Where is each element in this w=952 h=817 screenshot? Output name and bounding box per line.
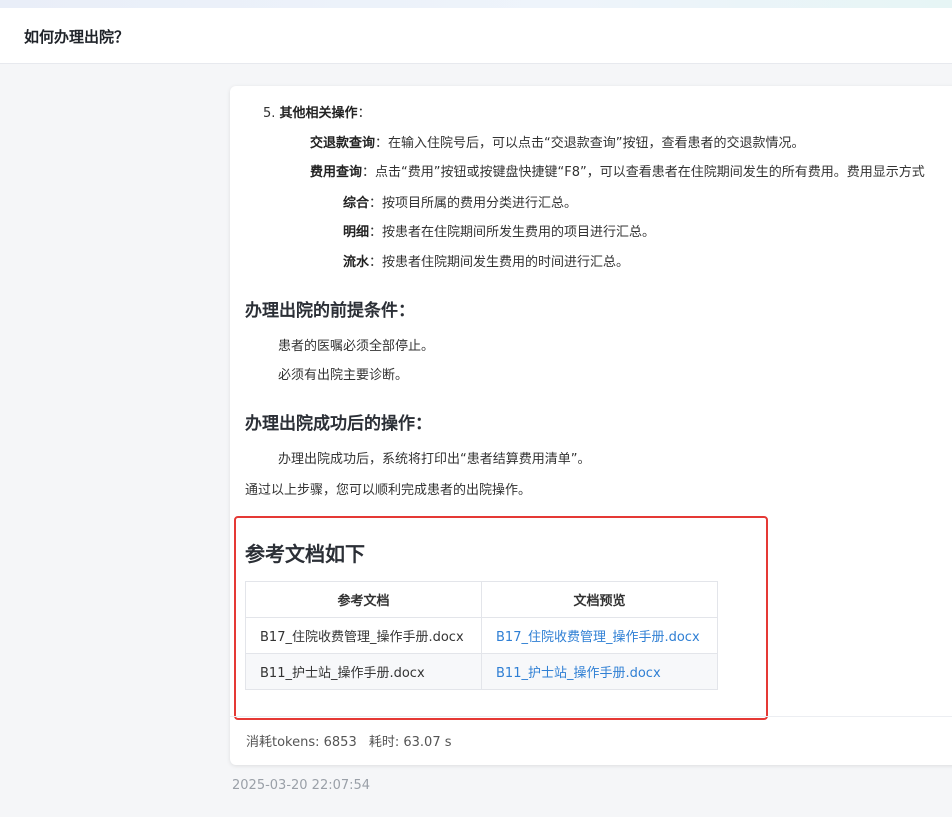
colon: ： — [369, 196, 383, 211]
table-header-row: 参考文档 文档预览 — [245, 581, 718, 618]
colon: ： — [375, 136, 389, 151]
message-timestamp: 2025-03-20 22:07:54 — [232, 778, 371, 793]
fee-query-item: 费用查询：点击“费用”按钮或按键盘快捷键“F8”，可以查看患者在住院期间发生的所… — [310, 161, 925, 180]
other-ops-heading: 5. 其他相关操作： — [263, 102, 371, 121]
refund-query-text: 在输入住院号后，可以点击“交退款查询”按钮，查看患者的交退款情况。 — [388, 136, 805, 151]
colon: ： — [357, 106, 371, 121]
refund-query-item: 交退款查询：在输入住院号后，可以点击“交退款查询”按钮，查看患者的交退款情况。 — [310, 132, 805, 151]
usage-stats: 消耗tokens: 6853 耗时: 63.07 s — [246, 731, 452, 750]
detail-label: 明细 — [343, 225, 370, 240]
colon: ： — [369, 225, 383, 240]
prereq-item: 必须有出院主要诊断。 — [278, 368, 409, 383]
flow-text: 按患者住院期间发生费用的时间进行汇总。 — [382, 255, 630, 270]
detail-item: 明细：按患者在住院期间所发生费用的项目进行汇总。 — [343, 221, 655, 240]
colon: ： — [362, 165, 376, 180]
colon: ： — [369, 255, 383, 270]
column-header: 文档预览 — [481, 581, 718, 618]
table-row: B17_住院收费管理_操作手册.docx B17_住院收费管理_操作手册.doc… — [245, 617, 718, 654]
detail-text: 按患者在住院期间所发生费用的项目进行汇总。 — [382, 225, 656, 240]
prereq-item: 患者的医嘱必须全部停止。 — [278, 339, 435, 354]
summary-label: 综合 — [343, 196, 370, 211]
fee-query-text: 点击“费用”按钮或按键盘快捷键“F8”，可以查看患者在住院期间发生的所有费用。费… — [375, 165, 925, 180]
prereq-heading: 办理出院的前提条件： — [245, 301, 415, 321]
list-number: 5. — [263, 106, 276, 121]
after-heading: 办理出院成功后的操作： — [245, 414, 432, 434]
flow-label: 流水 — [343, 255, 370, 270]
other-ops-label: 其他相关操作 — [279, 106, 358, 121]
table-row: B11_护士站_操作手册.docx B11_护士站_操作手册.docx — [245, 653, 718, 690]
summary-text: 按项目所属的费用分类进行汇总。 — [382, 196, 578, 211]
fee-query-label: 费用查询 — [310, 165, 363, 180]
flow-item: 流水：按患者住院期间发生费用的时间进行汇总。 — [343, 251, 629, 270]
after-text: 办理出院成功后，系统将打印出“患者结算费用清单”。 — [278, 452, 591, 467]
column-header: 参考文档 — [245, 581, 482, 618]
refund-query-label: 交退款查询 — [310, 136, 376, 151]
doc-name-cell: B11_护士站_操作手册.docx — [245, 653, 482, 690]
references-table: 参考文档 文档预览 B17_住院收费管理_操作手册.docx B17_住院收费管… — [245, 581, 718, 690]
divider — [230, 716, 952, 717]
doc-name-cell: B17_住院收费管理_操作手册.docx — [245, 617, 482, 654]
page-title: 如何办理出院？ — [24, 28, 130, 46]
doc-preview-link[interactable]: B17_住院收费管理_操作手册.docx — [481, 617, 718, 654]
conclusion-text: 通过以上步骤，您可以顺利完成患者的出院操作。 — [245, 483, 532, 498]
doc-preview-link[interactable]: B11_护士站_操作手册.docx — [481, 653, 718, 690]
references-title: 参考文档如下 — [245, 542, 365, 566]
answer-card: 5. 其他相关操作： 交退款查询：在输入住院号后，可以点击“交退款查询”按钮，查… — [230, 86, 952, 765]
summary-item: 综合：按项目所属的费用分类进行汇总。 — [343, 192, 577, 211]
top-gradient-strip — [0, 0, 952, 8]
elapsed-time: 耗时: 63.07 s — [368, 735, 452, 750]
chat-header: 如何办理出院？ — [0, 8, 952, 64]
token-count: 消耗tokens: 6853 — [246, 735, 357, 750]
